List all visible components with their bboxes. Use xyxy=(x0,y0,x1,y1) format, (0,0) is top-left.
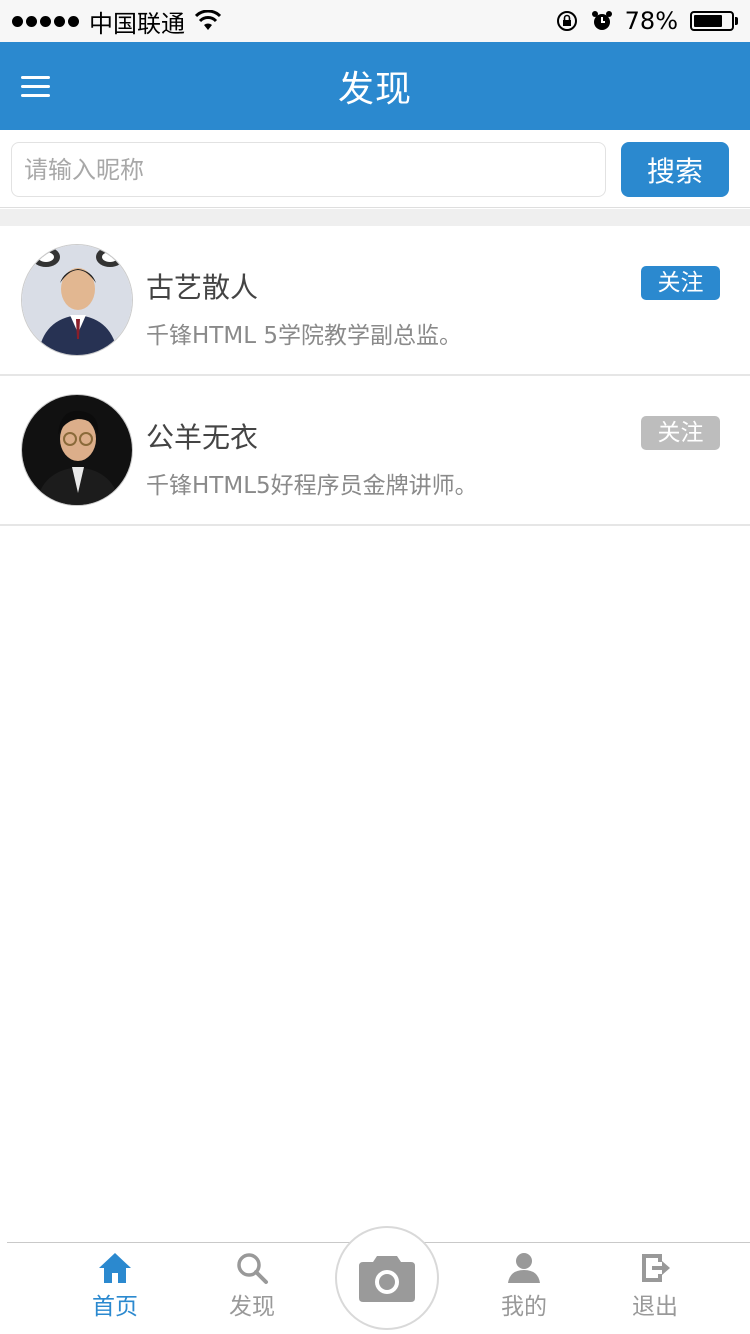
avatar xyxy=(21,394,133,506)
tab-logout[interactable]: 退出 xyxy=(610,1251,700,1321)
tab-profile[interactable]: 我的 xyxy=(479,1251,569,1321)
menu-icon[interactable] xyxy=(21,76,50,98)
battery-icon xyxy=(690,11,738,31)
signal-strength-icon xyxy=(12,15,79,27)
tab-label: 退出 xyxy=(632,1294,678,1320)
user-name: 公羊无衣 xyxy=(146,421,259,454)
search-button[interactable]: 搜索 xyxy=(621,142,729,197)
user-name: 古艺散人 xyxy=(146,271,259,304)
logout-icon xyxy=(642,1254,670,1282)
home-icon xyxy=(99,1253,131,1283)
alarm-icon xyxy=(591,11,612,30)
carrier-name: 中国联通 xyxy=(89,9,185,38)
user-description: 千锋HTML5好程序员金牌讲师。 xyxy=(146,473,478,499)
battery-percent: 78% xyxy=(624,7,678,35)
search-icon xyxy=(237,1253,268,1284)
tab-home[interactable]: 首页 xyxy=(70,1251,160,1321)
camera-button[interactable] xyxy=(335,1226,439,1330)
user-icon xyxy=(508,1253,540,1283)
status-bar: 中国联通 78% xyxy=(0,0,750,42)
wifi-icon xyxy=(195,10,221,30)
tab-label: 我的 xyxy=(501,1294,547,1320)
bottom-tab-bar: 首页 发现 我的 退出 xyxy=(7,1226,750,1334)
rotation-lock-icon xyxy=(556,11,577,31)
list-item[interactable]: 公羊无衣 千锋HTML5好程序员金牌讲师。 关注 xyxy=(0,376,750,526)
nav-header: 发现 xyxy=(0,42,750,130)
search-input[interactable] xyxy=(11,142,606,197)
tab-label: 首页 xyxy=(92,1294,138,1320)
tab-label: 发现 xyxy=(229,1294,275,1320)
follow-button[interactable]: 关注 xyxy=(641,416,720,450)
user-list: 古艺散人 千锋HTML 5学院教学副总监。 关注 公羊无衣 千锋HTML5好程序… xyxy=(0,226,750,526)
avatar xyxy=(21,244,133,356)
follow-button[interactable]: 关注 xyxy=(641,266,720,300)
tab-discover[interactable]: 发现 xyxy=(207,1251,297,1321)
search-bar: 搜索 xyxy=(0,130,750,208)
section-divider xyxy=(0,209,750,226)
page-title: 发现 xyxy=(337,69,412,110)
list-item[interactable]: 古艺散人 千锋HTML 5学院教学副总监。 关注 xyxy=(0,226,750,376)
user-description: 千锋HTML 5学院教学副总监。 xyxy=(146,323,462,349)
camera-icon xyxy=(359,1256,415,1302)
